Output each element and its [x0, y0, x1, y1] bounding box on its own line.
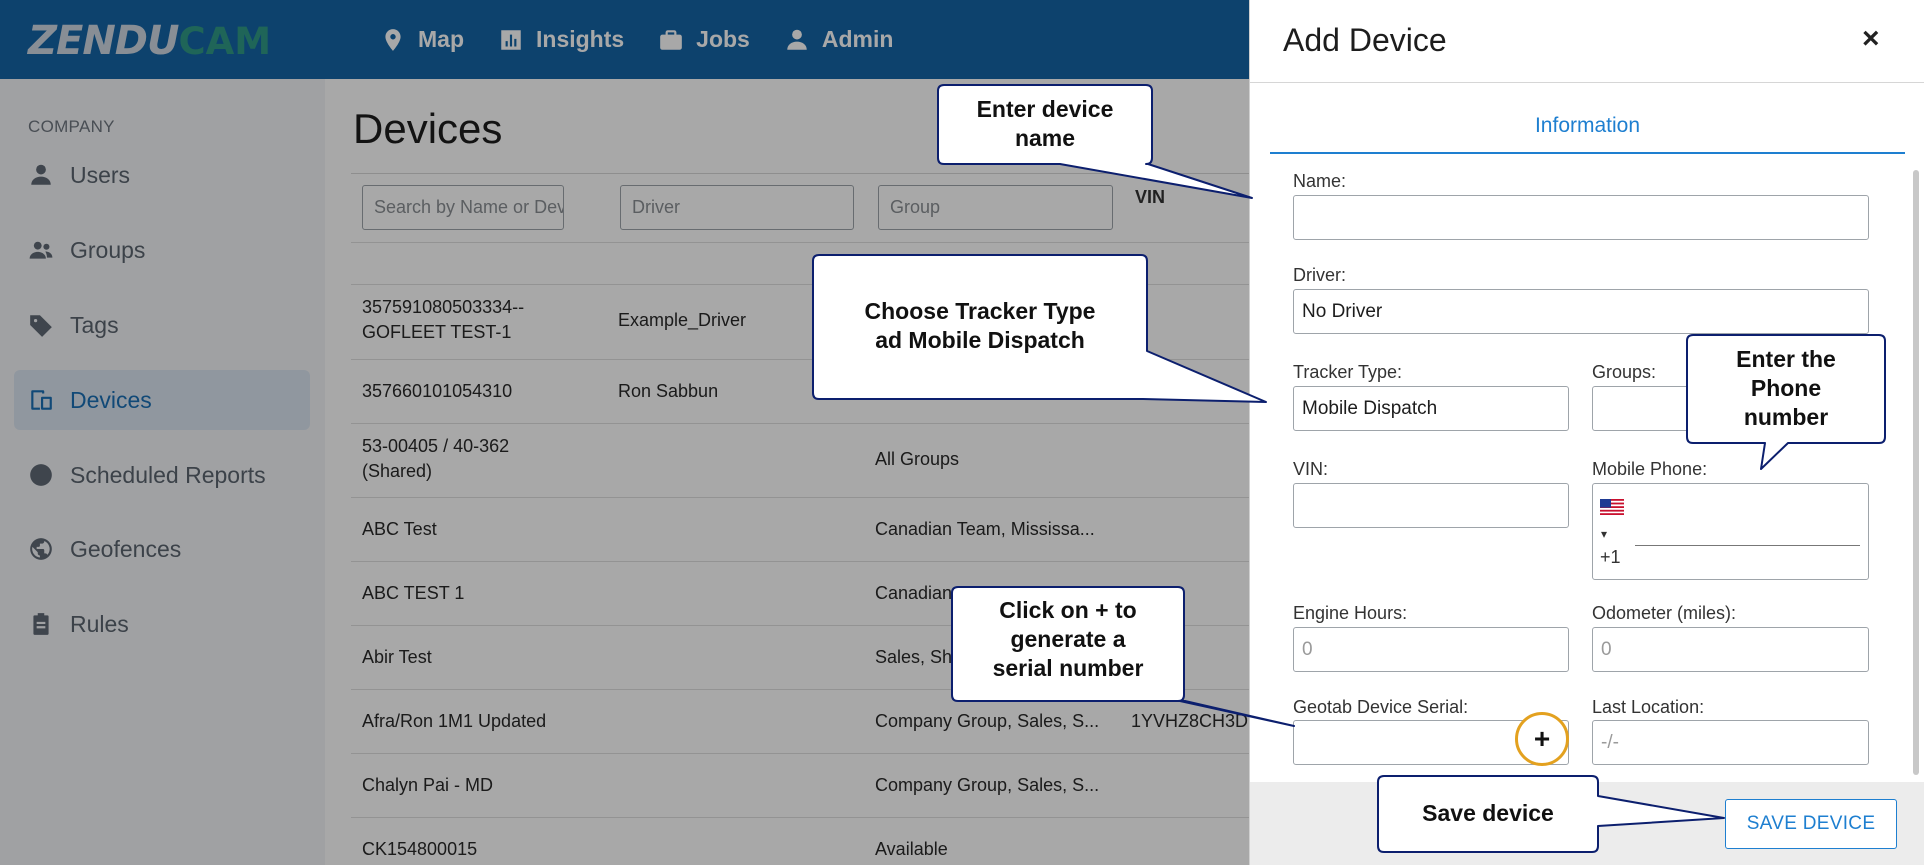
- tracker-type-select[interactable]: Mobile Dispatch: [1293, 386, 1569, 431]
- callout-line: number: [1743, 404, 1829, 430]
- last-location-label: Last Location:: [1592, 697, 1705, 717]
- us-flag-icon[interactable]: [1600, 499, 1624, 515]
- scrollbar[interactable]: [1913, 170, 1919, 775]
- mobile-phone-label: Mobile Phone:: [1592, 459, 1708, 479]
- callout-line: serial number: [992, 655, 1144, 681]
- vin-field[interactable]: [1293, 483, 1569, 528]
- geotab-serial-label: Geotab Device Serial:: [1293, 697, 1469, 717]
- drawer-title: Add Device: [1283, 22, 1447, 58]
- callout-tracker-type-text: Choose Tracker Type ad Mobile Dispatch: [813, 297, 1147, 355]
- save-device-button[interactable]: SAVE DEVICE: [1725, 799, 1897, 849]
- name-field[interactable]: [1293, 195, 1869, 240]
- callout-line: Enter the: [1736, 346, 1836, 372]
- tab-information[interactable]: Information: [1270, 98, 1905, 154]
- driver-label: Driver:: [1293, 265, 1346, 285]
- generate-serial-button[interactable]: +: [1515, 712, 1569, 766]
- callout-phone-text: Enter the Phone number: [1687, 345, 1885, 432]
- mobile-phone-field[interactable]: ▾ +1: [1592, 483, 1869, 580]
- callout-line: generate a: [1010, 626, 1126, 652]
- callout-serial-text: Click on + to generate a serial number: [952, 596, 1184, 683]
- callout-line: Phone: [1750, 375, 1822, 401]
- odometer-field[interactable]: 0: [1592, 627, 1869, 672]
- name-label: Name:: [1293, 171, 1347, 191]
- add-device-drawer: Add Device × Information Name: Driver: N…: [1249, 0, 1924, 865]
- engine-hours-field[interactable]: 0: [1293, 627, 1569, 672]
- callout-enter-name-text: Enter device name: [938, 95, 1152, 153]
- phone-number-input[interactable]: [1635, 545, 1860, 546]
- dial-code: +1: [1600, 547, 1621, 567]
- callout-line: ad Mobile Dispatch: [875, 327, 1085, 353]
- last-location-field[interactable]: -/-: [1592, 720, 1869, 765]
- callout-line: Enter device: [976, 96, 1114, 122]
- groups-label: Groups:: [1592, 362, 1657, 382]
- close-icon[interactable]: ×: [1862, 22, 1880, 56]
- chevron-down-icon[interactable]: ▾: [1601, 527, 1607, 541]
- vin-label: VIN:: [1293, 459, 1329, 479]
- callout-line: Choose Tracker Type: [864, 298, 1096, 324]
- tracker-type-label: Tracker Type:: [1293, 362, 1403, 382]
- engine-hours-label: Engine Hours:: [1293, 603, 1408, 623]
- divider: [1250, 82, 1924, 83]
- callout-line: name: [1014, 125, 1076, 151]
- callout-line: Click on + to: [999, 597, 1137, 623]
- odometer-label: Odometer (miles):: [1592, 603, 1737, 623]
- driver-select[interactable]: No Driver: [1293, 289, 1869, 334]
- callout-save-text: Save device: [1422, 800, 1554, 826]
